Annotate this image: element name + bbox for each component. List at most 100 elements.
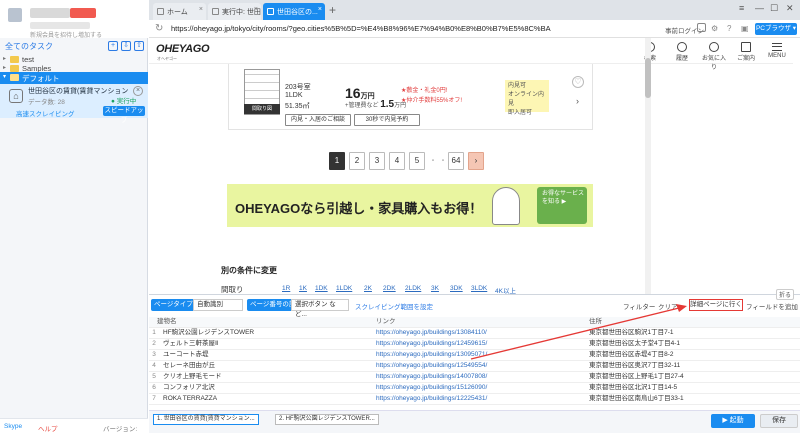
chevron-right-icon: ▸: [3, 65, 7, 71]
menu-button[interactable]: MENU: [765, 42, 789, 59]
chevron-down-icon: ▾: [3, 74, 7, 80]
nav-guide[interactable]: ご案内: [733, 42, 759, 62]
promo-banner[interactable]: OHEYAGOなら引越し・家具購入もお得！ お得なサービスを知る ▶: [227, 184, 593, 227]
all-tasks-dropdown[interactable]: 全てのタスク: [5, 41, 53, 52]
layout-link[interactable]: 3LDK: [471, 285, 487, 292]
table-row[interactable]: 4 セレーネ田由が丘 https://oheyago.jp/buildings/…: [149, 361, 800, 372]
tab-home[interactable]: ホーム ×: [153, 3, 206, 20]
account-sub-blurred: [30, 22, 90, 29]
help-link[interactable]: ヘルプ: [38, 423, 58, 433]
page-number-select[interactable]: 選択ボタン など...: [291, 299, 349, 318]
layout-link[interactable]: 3DK: [450, 285, 463, 292]
export-icon[interactable]: ⇧: [134, 41, 144, 51]
layout-link[interactable]: 1DK: [315, 285, 328, 292]
tab-current-page[interactable]: 世田谷区の... ×: [263, 3, 325, 20]
maximize-icon[interactable]: ☐: [770, 3, 778, 14]
table-row[interactable]: 2 ヴェルト三軒茶屋Ⅱ https://oheyago.jp/buildings…: [149, 339, 800, 350]
fast-scrape-label[interactable]: 高速スクレイピング: [16, 108, 75, 118]
page-1[interactable]: 1: [329, 152, 345, 170]
page-icon: [212, 8, 219, 15]
column-header[interactable]: 建物名: [157, 317, 377, 327]
layout-link[interactable]: 1LDK: [336, 285, 352, 292]
new-task-icon[interactable]: +: [108, 41, 118, 51]
robot-icon: ⌂: [9, 89, 23, 103]
table-row[interactable]: 6 コンフォリア北沢 https://oheyago.jp/buildings/…: [149, 383, 800, 394]
minimize-icon[interactable]: —: [755, 3, 764, 13]
table-row[interactable]: 3 ユーコート赤堤 https://oheyago.jp/buildings/1…: [149, 350, 800, 361]
help-icon[interactable]: ?: [727, 24, 731, 33]
next-page-button[interactable]: ›: [468, 152, 484, 170]
consult-button[interactable]: 内見・入居のご相談: [285, 114, 351, 126]
layout-link[interactable]: 3K: [431, 285, 439, 292]
save-button[interactable]: 保存: [760, 414, 798, 428]
banner-service-box[interactable]: お得なサービスを知る ▶: [537, 187, 587, 224]
room-layout: 1LDK: [285, 92, 303, 99]
task-item[interactable]: ⌂ 世田谷区の賃貸(賃貸マンション・アパート... データ数: 28 ● 実行中…: [0, 84, 148, 124]
table-row[interactable]: 5 クリオ上野毛モード https://oheyago.jp/buildings…: [149, 372, 800, 383]
listing-card[interactable]: 間取り図 203号室 1LDK 51.35㎡ 16万円 +管理費など 1.5万円…: [228, 64, 593, 130]
panel-tab[interactable]: 1. 世田谷区の賃貸(賃貸マンション...: [153, 414, 259, 425]
camera-icon[interactable]: ▣: [741, 24, 749, 33]
task-sidebar: 新規会員を招待し増加する 全てのタスク + ⇩ ⇧ ▸ test ▸ Sampl…: [0, 0, 148, 433]
nav-favorites[interactable]: お気に入り: [701, 42, 727, 71]
invite-link[interactable]: 新規会員を招待し増加する: [30, 30, 102, 39]
column-header[interactable]: 住所: [589, 317, 789, 327]
chevron-right-icon[interactable]: ›: [576, 96, 579, 106]
go-detail-page-button[interactable]: 詳細ページに行く: [689, 299, 743, 311]
page-type-tag: ページタイプ: [151, 299, 196, 311]
data-preview-panel: 折る ページタイプ 自動識別 ページ番号の設定 選択ボタン など... スクレイ…: [149, 289, 800, 433]
clear-button[interactable]: クリア: [658, 301, 678, 311]
layout-link[interactable]: 4K以上: [495, 285, 516, 294]
page-5[interactable]: 5: [409, 152, 425, 170]
close-icon[interactable]: ✕: [786, 3, 794, 14]
layout-link[interactable]: 2LDK: [405, 285, 421, 292]
panel-tab[interactable]: 2. HF駒沢公園レジデンスTOWER...: [275, 414, 379, 425]
promo-tag: ★敷金・礼金0円!: [401, 88, 448, 94]
speedup-button[interactable]: スピードアップ: [103, 106, 145, 124]
address-bar: ↻ https://oheyago.jp/tokyo/city/rooms/?g…: [149, 20, 800, 38]
favorite-heart-icon[interactable]: ♡: [572, 76, 584, 88]
menu-icon[interactable]: ≡: [739, 3, 744, 13]
pc-browser-dropdown[interactable]: PCブラウザ ▾: [755, 23, 797, 35]
page-4[interactable]: 4: [389, 152, 405, 170]
settings-icon[interactable]: ⚙: [711, 24, 718, 33]
import-icon[interactable]: ⇩: [121, 41, 131, 51]
scrollbar-thumb[interactable]: [645, 58, 651, 98]
nav-history[interactable]: 履歴: [669, 42, 695, 62]
table-row[interactable]: 1 HF駒沢公園レジデンスTOWER https://oheyago.jp/bu…: [149, 328, 800, 339]
page-icon: [267, 8, 274, 15]
site-logo[interactable]: OHEYAGO: [156, 43, 210, 55]
folder-default[interactable]: ▾ デフォルト: [0, 72, 148, 84]
banner-illustration: [492, 187, 520, 225]
stop-icon[interactable]: ×: [133, 86, 143, 96]
run-button[interactable]: ▶ 起動: [711, 414, 755, 428]
close-icon[interactable]: ×: [199, 6, 203, 13]
page-type-select[interactable]: 自動識別: [193, 299, 243, 311]
skype-link[interactable]: Skype: [4, 423, 22, 430]
tab-running[interactable]: 実行中: 世田 ×: [208, 3, 261, 20]
page-2[interactable]: 2: [349, 152, 365, 170]
reload-icon[interactable]: ↻: [155, 23, 163, 34]
scrape-range-link[interactable]: スクレイピング範囲を設定: [355, 301, 433, 311]
task-data-count: データ数: 28: [28, 99, 65, 106]
page-3[interactable]: 3: [369, 152, 385, 170]
layout-link[interactable]: 1R: [282, 285, 290, 292]
column-header[interactable]: リンク: [376, 317, 586, 327]
add-field-button[interactable]: フィールドを追加: [746, 301, 798, 311]
close-icon[interactable]: ×: [318, 6, 322, 13]
new-tab-button[interactable]: +: [329, 3, 336, 17]
panel-tab-bar: 1. 世田谷区の賃貸(賃貸マンション... 2. HF駒沢公園レジデンスTOWE…: [149, 410, 800, 433]
login-icon[interactable]: [697, 23, 706, 32]
layout-link[interactable]: 1K: [299, 285, 307, 292]
layout-link[interactable]: 2K: [364, 285, 372, 292]
url-field[interactable]: https://oheyago.jp/tokyo/city/rooms/?geo…: [171, 24, 551, 33]
page-64[interactable]: 64: [448, 152, 464, 170]
task-status: ● 実行中: [111, 98, 137, 105]
viewing-reserve-button[interactable]: 30秒で内見予約: [354, 114, 420, 126]
table-row[interactable]: 7 ROKA TERRAZZA https://oheyago.jp/build…: [149, 394, 800, 405]
sidebar-footer: Skype ヘルプ バージョン: 3.6.4: [0, 418, 148, 433]
layout-link[interactable]: 2DK: [383, 285, 396, 292]
close-icon[interactable]: ×: [254, 6, 258, 13]
avatar[interactable]: [8, 8, 22, 22]
filter-button[interactable]: フィルター: [623, 301, 655, 311]
